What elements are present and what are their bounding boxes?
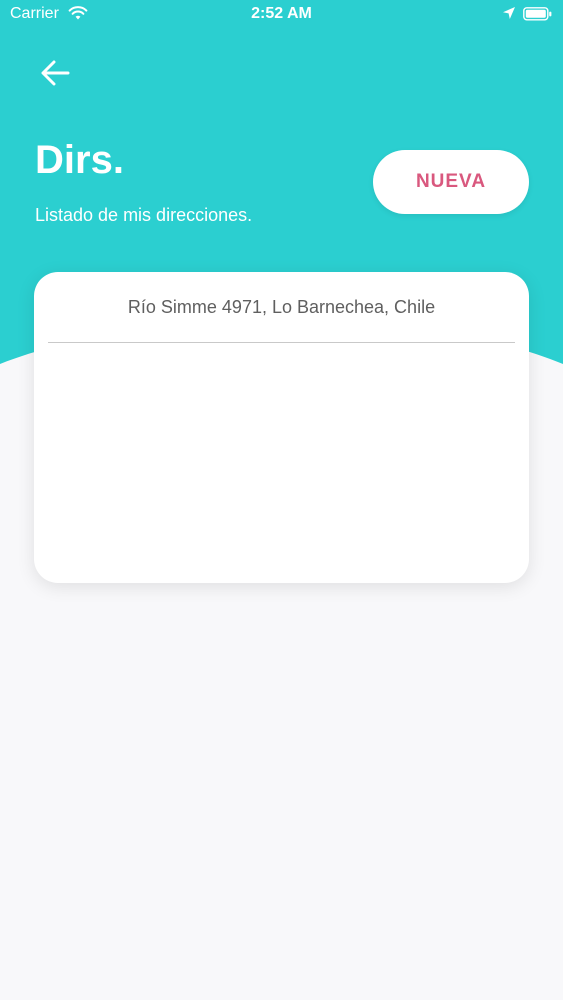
page-subtitle: Listado de mis direcciones. — [35, 205, 253, 225]
arrow-left-icon — [40, 60, 70, 91]
page-title: Dirs. — [35, 138, 124, 182]
back-button[interactable] — [34, 54, 76, 96]
new-address-button[interactable]: NUEVA — [373, 150, 529, 214]
address-list-card: Río Simme 4971, Lo Barnechea, Chile — [34, 272, 529, 583]
status-bar: Carrier 2:52 AM — [0, 0, 563, 30]
status-time: 2:52 AM — [251, 5, 312, 22]
address-item[interactable]: Río Simme 4971, Lo Barnechea, Chile — [48, 272, 515, 343]
battery-icon — [523, 6, 553, 27]
location-arrow-icon — [502, 6, 516, 25]
